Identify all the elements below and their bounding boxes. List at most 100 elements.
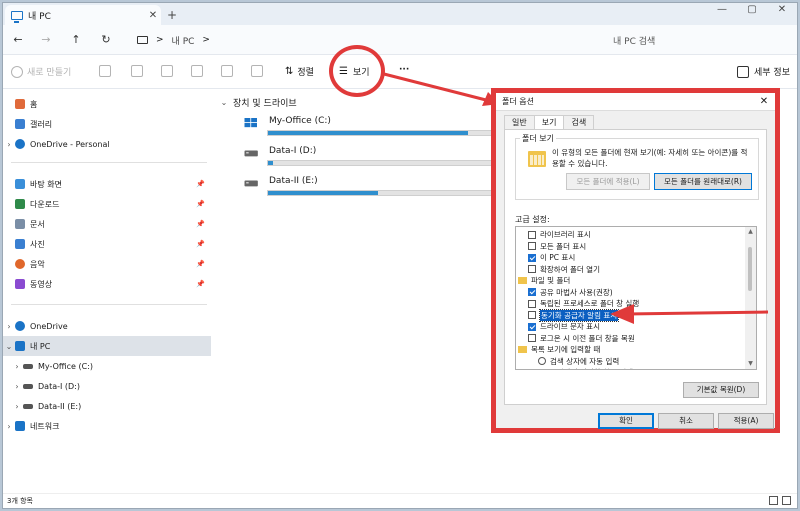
settings-option-label: 공유 마법사 사용(권장) (540, 287, 613, 297)
path-chevron-icon[interactable]: > (202, 35, 210, 45)
radio-button[interactable] (538, 368, 546, 369)
chevron-right-icon[interactable]: › (11, 362, 23, 371)
dialog-close-button[interactable]: ✕ (757, 93, 771, 111)
sidebar-item-drive-c[interactable]: › My-Office (C:) (3, 356, 211, 376)
tab-my-pc[interactable]: 내 PC ✕ (5, 5, 161, 25)
settings-option[interactable]: 보기에서 입력한 항목 선택 (538, 367, 756, 369)
close-window-button[interactable]: ✕ (767, 3, 797, 21)
drive-item-c[interactable]: My-Office (C:) (243, 116, 513, 144)
radio-button[interactable] (538, 357, 546, 366)
settings-option[interactable]: 라이브러리 표시 (528, 229, 756, 241)
reset-folders-button[interactable]: 모든 폴더를 원래대로(R) (654, 173, 752, 190)
scroll-down-icon[interactable]: ▼ (745, 359, 756, 369)
sidebar-item-label: 사진 (30, 239, 45, 249)
tab-close-icon[interactable]: ✕ (145, 10, 161, 21)
devices-section-header[interactable]: ⌄ 장치 및 드라이브 (219, 96, 297, 109)
new-button[interactable]: 새로 만들기 (11, 65, 71, 78)
checkbox[interactable] (528, 265, 536, 274)
back-button[interactable]: ← (9, 31, 27, 49)
minimize-button[interactable]: — (707, 3, 737, 21)
dialog-title-bar: 폴더 옵션 ✕ (496, 93, 775, 111)
sidebar-item-desktop[interactable]: 바탕 화면 📌 (3, 174, 211, 194)
home-icon (15, 99, 25, 109)
settings-option[interactable]: 공유 마법사 사용(권장) (528, 287, 756, 299)
drive-item-d[interactable]: Data-I (D:) (243, 146, 513, 174)
sort-button[interactable]: ⇅ 정렬 (285, 65, 314, 78)
cut-button[interactable] (99, 65, 111, 77)
share-button[interactable] (221, 65, 233, 77)
chevron-right-icon[interactable]: › (3, 322, 15, 331)
sidebar-item-drive-d[interactable]: › Data-I (D:) (3, 376, 211, 396)
settings-option[interactable]: 검색 상자에 자동 입력 (538, 356, 756, 368)
ok-button[interactable]: 확인 (598, 413, 654, 429)
checkbox[interactable] (528, 288, 536, 297)
drive-name: Data-I (D:) (269, 146, 317, 156)
checkbox[interactable] (528, 230, 536, 239)
checkbox[interactable] (528, 322, 536, 331)
breadcrumb-my-pc[interactable]: 내 PC (172, 34, 195, 47)
rename-button[interactable] (191, 65, 203, 77)
sidebar-item-downloads[interactable]: 다운로드 📌 (3, 194, 211, 214)
settings-option[interactable]: 로그온 시 이전 폴더 창을 복원 (528, 333, 756, 345)
cancel-button[interactable]: 취소 (658, 413, 714, 429)
details-pane-button[interactable]: 세부 정보 (737, 65, 790, 78)
sidebar-item-label: 바탕 화면 (30, 179, 62, 189)
settings-folder-node[interactable]: 파일 및 폴더 (518, 275, 746, 287)
tab-search[interactable]: 검색 (563, 115, 595, 129)
drive-item-e[interactable]: Data-II (E:) (243, 176, 513, 204)
sidebar-item-pictures[interactable]: 사진 📌 (3, 234, 211, 254)
sidebar-item-music[interactable]: 음악 📌 (3, 254, 211, 274)
scrollbar-thumb[interactable] (748, 247, 752, 291)
scroll-up-icon[interactable]: ▲ (745, 227, 756, 237)
checkbox[interactable] (528, 299, 536, 308)
sidebar-item-onedrive[interactable]: › OneDrive (3, 316, 211, 336)
checkbox[interactable] (528, 311, 536, 320)
apply-button[interactable]: 적용(A) (718, 413, 774, 429)
settings-option[interactable]: 이 PC 표시 (528, 252, 756, 264)
new-tab-button[interactable]: + (165, 8, 179, 22)
chevron-right-icon[interactable]: › (3, 140, 15, 149)
details-view-icon[interactable] (769, 496, 778, 505)
chevron-right-icon[interactable]: › (11, 382, 23, 391)
settings-option-label: 확장하여 폴더 열기 (540, 264, 600, 274)
chevron-right-icon[interactable]: › (11, 402, 23, 411)
sidebar-item-drive-e[interactable]: › Data-II (E:) (3, 396, 211, 416)
restore-defaults-button[interactable]: 기본값 복원(D) (683, 382, 759, 398)
sidebar-item-onedrive-personal[interactable]: › OneDrive - Personal (3, 134, 211, 154)
scrollbar[interactable]: ▲ ▼ (745, 227, 756, 369)
settings-option-label: 검색 상자에 자동 입력 (550, 356, 620, 366)
chevron-down-icon[interactable]: ⌄ (3, 342, 15, 351)
network-icon (15, 421, 25, 431)
settings-folder-node[interactable]: 목록 보기에 입력할 때 (518, 344, 746, 356)
maximize-button[interactable]: ▢ (737, 3, 767, 21)
paste-button[interactable] (161, 65, 173, 77)
tab-view[interactable]: 보기 (533, 115, 565, 130)
folder-options-dialog: 폴더 옵션 ✕ 일반 보기 검색 폴더 보기 이 유형의 모든 폴더에 현재 보… (491, 88, 780, 433)
apply-to-folders-button[interactable]: 모든 폴더에 적용(L) (566, 173, 650, 190)
settings-option[interactable]: 모든 폴더 표시 (528, 241, 756, 253)
sidebar-item-gallery[interactable]: 갤러리 (3, 114, 211, 134)
tiles-view-icon[interactable] (782, 496, 791, 505)
copy-button[interactable] (131, 65, 143, 77)
drive-usage-bar (267, 190, 513, 196)
dialog-title: 폴더 옵션 (502, 97, 534, 106)
sidebar-item-home[interactable]: 홈 (3, 94, 211, 114)
trash-icon (251, 65, 263, 77)
sidebar-item-documents[interactable]: 문서 📌 (3, 214, 211, 234)
sidebar-item-network[interactable]: › 네트워크 (3, 416, 211, 436)
checkbox[interactable] (528, 253, 536, 262)
refresh-button[interactable]: ↻ (97, 31, 115, 49)
checkbox[interactable] (528, 334, 536, 343)
sidebar-item-label: 홈 (30, 99, 38, 109)
chevron-right-icon[interactable]: › (3, 422, 15, 431)
advanced-settings-list[interactable]: 라이브러리 표시 모든 폴더 표시 이 PC 표시 확장하여 폴더 열기 파일 및 폴더… (515, 226, 757, 370)
search-input[interactable]: 내 PC 검색 (603, 30, 793, 50)
tab-general[interactable]: 일반 (504, 115, 535, 129)
settings-option[interactable]: 확장하여 폴더 열기 (528, 264, 756, 276)
up-button[interactable]: ↑ (67, 31, 85, 49)
sidebar-item-my-pc[interactable]: ⌄ 내 PC (3, 336, 211, 356)
delete-button[interactable] (251, 65, 263, 77)
sidebar-item-videos[interactable]: 동영상 📌 (3, 274, 211, 294)
forward-button[interactable]: → (37, 31, 55, 49)
checkbox[interactable] (528, 242, 536, 251)
